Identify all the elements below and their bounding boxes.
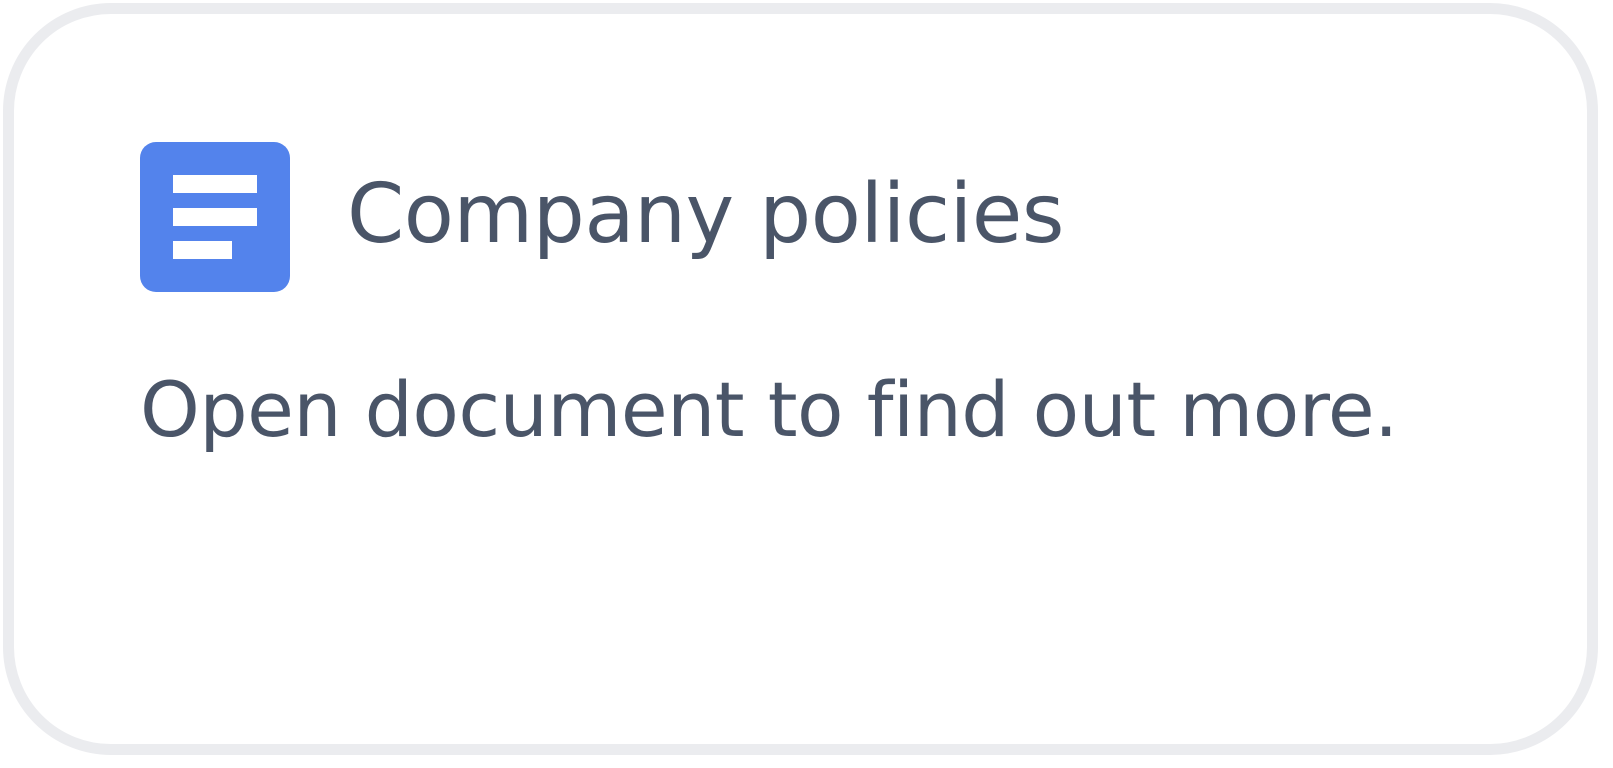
document-icon-line	[173, 208, 257, 226]
card-title: Company policies	[347, 167, 1065, 262]
document-icon-line	[173, 175, 257, 193]
document-icon-line	[173, 241, 232, 259]
document-card[interactable]: Company policies Open document to find o…	[3, 3, 1598, 755]
card-description: Open document to find out more.	[140, 365, 1398, 454]
document-icon	[140, 142, 290, 292]
